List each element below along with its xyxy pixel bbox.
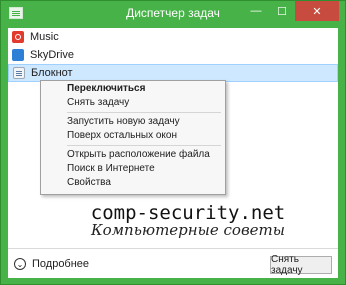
- menu-item-end-task[interactable]: Снять задачу: [41, 96, 225, 110]
- menu-item-always-on-top[interactable]: Поверх остальных окон: [41, 129, 225, 143]
- app-list: Music SkyDrive Блокнот: [8, 28, 338, 82]
- footer-divider: [8, 248, 338, 249]
- menu-separator: [67, 145, 221, 146]
- app-name: SkyDrive: [30, 49, 75, 61]
- app-name: Music: [30, 31, 59, 43]
- skydrive-icon: [12, 49, 24, 61]
- music-icon: [12, 31, 24, 43]
- app-row-music[interactable]: Music: [8, 28, 338, 46]
- end-task-button[interactable]: Снять задачу: [270, 254, 332, 276]
- more-details-toggle[interactable]: ⌄ Подробнее: [14, 258, 89, 270]
- menu-item-open-file-location[interactable]: Открыть расположение файла: [41, 148, 225, 162]
- close-button[interactable]: ✕: [295, 1, 339, 21]
- context-menu: Переключиться Снять задачу Запустить нов…: [40, 80, 226, 195]
- minimize-button[interactable]: —: [243, 1, 269, 21]
- menu-item-search-online[interactable]: Поиск в Интернете: [41, 162, 225, 176]
- app-row-skydrive[interactable]: SkyDrive: [8, 46, 338, 64]
- chevron-down-icon: ⌄: [14, 258, 26, 270]
- app-name: Блокнот: [31, 67, 73, 79]
- menu-item-switch-to[interactable]: Переключиться: [41, 82, 225, 96]
- menu-item-properties[interactable]: Свойства: [41, 176, 225, 190]
- notepad-icon: [13, 67, 25, 79]
- window-controls: — ☐ ✕: [243, 1, 339, 21]
- maximize-button[interactable]: ☐: [269, 1, 295, 21]
- menu-separator: [67, 112, 221, 113]
- title-bar[interactable]: Диспетчер задач — ☐ ✕: [1, 1, 345, 27]
- more-details-label: Подробнее: [32, 258, 90, 270]
- menu-item-run-new-task[interactable]: Запустить новую задачу: [41, 115, 225, 129]
- task-manager-window: Диспетчер задач — ☐ ✕ Music SkyDrive Бло…: [0, 0, 346, 285]
- watermark-tagline: Компьютерные советы: [90, 221, 286, 239]
- watermark: comp-security.net Компьютерные советы: [88, 202, 288, 239]
